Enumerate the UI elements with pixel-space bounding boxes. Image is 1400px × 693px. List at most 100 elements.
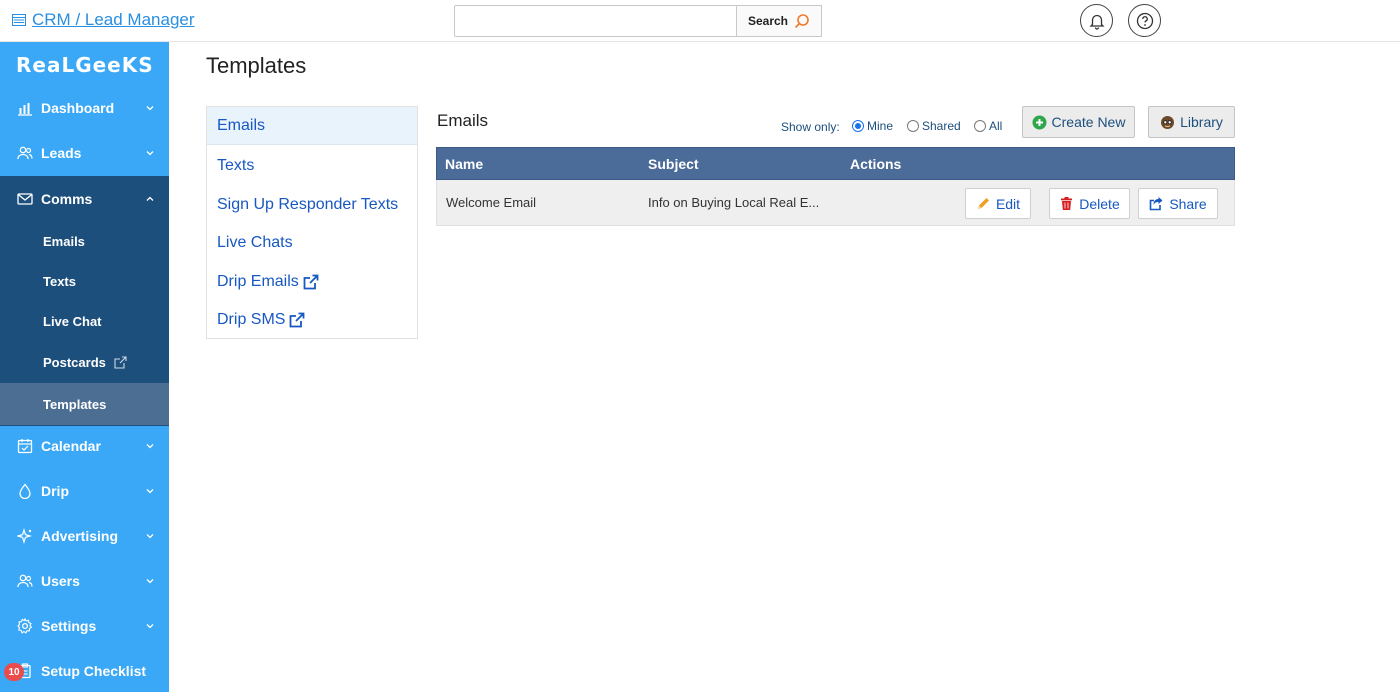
realgeeks-logo[interactable]: ReaLGeeKS	[16, 53, 153, 82]
search-icon	[794, 14, 809, 29]
filter-mine-radio[interactable]: Mine	[852, 119, 893, 133]
column-header-name[interactable]: Name	[445, 156, 483, 172]
column-header-actions: Actions	[850, 155, 902, 172]
search-input[interactable]	[454, 5, 736, 37]
radio-dot	[852, 120, 864, 132]
chevron-down-icon	[146, 578, 154, 583]
filter-label: Shared	[922, 119, 961, 133]
share-label: Share	[1169, 195, 1207, 212]
edit-label: Edit	[995, 195, 1021, 212]
search-button-label: Search	[747, 14, 789, 28]
filter-shared-radio[interactable]: Shared	[907, 119, 961, 133]
sidebar-subitem-texts[interactable]: Texts	[0, 261, 169, 301]
chevron-down-icon	[146, 488, 154, 493]
sidebar-item-leads[interactable]: Leads	[0, 130, 169, 175]
sidebar-subitem-postcards[interactable]: Postcards	[0, 342, 169, 382]
page-title: Templates	[206, 53, 307, 78]
menu-item-drip-sms[interactable]: Drip SMS	[207, 301, 417, 339]
chevron-down-icon	[146, 623, 154, 628]
menu-item-label: Sign Up Responder Texts	[217, 196, 399, 213]
library-button[interactable]: Library	[1148, 106, 1235, 138]
menu-item-emails[interactable]: Emails	[207, 107, 417, 145]
sidebar-item-label: Dashboard	[41, 99, 115, 116]
notifications-button[interactable]	[1080, 4, 1113, 37]
template-type-menu: Emails Texts Sign Up Responder Texts Liv…	[206, 106, 418, 339]
realgeeks-wordmark: ReaLGeeKS	[16, 53, 153, 77]
sidebar-item-label: Advertising	[41, 527, 119, 544]
sidebar-item-comms[interactable]: Comms	[0, 176, 169, 221]
sidebar-item-settings[interactable]: Settings	[0, 603, 169, 648]
external-link-icon	[290, 312, 305, 328]
menu-item-label: Live Chats	[217, 234, 293, 251]
chevron-down-icon	[146, 443, 154, 448]
app-title[interactable]: CRM / Lead Manager	[32, 10, 195, 30]
sidebar: ReaLGeeKS Dashboard Leads Comms Emails T…	[0, 42, 169, 692]
sidebar-subitem-label: Texts	[43, 273, 76, 289]
sidebar-item-dashboard[interactable]: Dashboard	[0, 85, 169, 130]
envelope-icon	[16, 190, 33, 207]
users-icon	[16, 144, 33, 161]
sidebar-item-advertising[interactable]: Advertising	[0, 513, 169, 558]
template-name: Welcome Email	[446, 195, 537, 210]
sidebar-subitem-live-chat[interactable]: Live Chat	[0, 301, 169, 341]
bell-icon	[1088, 14, 1105, 30]
create-new-button[interactable]: Create New	[1022, 106, 1135, 138]
app-title-link[interactable]: CRM / Lead Manager	[12, 10, 195, 30]
menu-item-sign-up-responder-texts[interactable]: Sign Up Responder Texts	[207, 186, 417, 224]
sidebar-subitem-templates[interactable]: Templates	[0, 383, 169, 425]
menu-item-texts[interactable]: Texts	[207, 147, 417, 185]
sidebar-subitem-label: Emails	[43, 233, 85, 249]
pencil-icon	[977, 198, 989, 209]
filter-label: Mine	[867, 119, 894, 133]
sidebar-item-label: Settings	[41, 617, 97, 634]
gear-icon	[16, 617, 33, 634]
checklist-count-badge: 10	[4, 663, 24, 681]
sidebar-item-label: Users	[41, 572, 80, 589]
menu-item-drip-emails[interactable]: Drip Emails	[207, 263, 417, 301]
help-button[interactable]	[1128, 4, 1161, 37]
sidebar-item-setup-checklist[interactable]: Setup Checklist	[0, 648, 169, 693]
svg-text:ReaLGeeKS: ReaLGeeKS	[16, 53, 152, 77]
menu-item-label: Drip Emails	[217, 273, 299, 290]
sidebar-subitem-label: Postcards	[43, 354, 106, 370]
create-new-label: Create New	[1051, 114, 1126, 130]
table-header: Name Subject Actions	[436, 147, 1235, 180]
sidebar-item-users[interactable]: Users	[0, 558, 169, 603]
share-icon	[1150, 197, 1163, 211]
menu-item-label: Emails	[217, 116, 266, 134]
sidebar-item-label: Calendar	[41, 437, 101, 454]
sidebar-subitem-label: Templates	[43, 396, 107, 412]
filter-label: All	[989, 119, 1003, 133]
calendar-icon	[16, 437, 33, 454]
sidebar-item-drip[interactable]: Drip	[0, 468, 169, 513]
chevron-down-icon	[146, 533, 154, 538]
chevron-down-icon	[146, 150, 154, 155]
column-header-subject[interactable]: Subject	[648, 156, 699, 172]
drop-icon	[16, 482, 33, 499]
sidebar-item-label: Setup Checklist	[41, 662, 147, 679]
window-icon	[12, 14, 26, 26]
menu-item-label: Texts	[217, 157, 255, 174]
radio-dot	[907, 120, 919, 132]
sidebar-subitem-emails[interactable]: Emails	[0, 221, 169, 261]
table-row: Welcome Email Info on Buying Local Real …	[436, 180, 1235, 226]
templates-table: Name Subject Actions Welcome Email Info …	[436, 147, 1235, 226]
edit-button[interactable]: Edit	[965, 188, 1031, 219]
top-bar: CRM / Lead Manager Search	[0, 0, 1400, 42]
chevron-up-icon	[146, 196, 154, 201]
search-button[interactable]: Search	[736, 5, 822, 37]
help-icon	[1136, 12, 1153, 29]
plus-circle-icon	[1032, 115, 1047, 129]
filter-all-radio[interactable]: All	[974, 119, 1002, 133]
sidebar-subitem-label: Live Chat	[43, 313, 102, 329]
show-only-label: Show only:	[781, 120, 840, 134]
delete-button[interactable]: Delete	[1049, 188, 1130, 219]
chevron-down-icon	[146, 105, 154, 110]
sidebar-item-label: Comms	[41, 190, 93, 207]
external-link-icon	[114, 355, 127, 369]
users-icon	[16, 572, 33, 589]
sidebar-item-calendar[interactable]: Calendar	[0, 423, 169, 468]
menu-item-live-chats[interactable]: Live Chats	[207, 224, 417, 262]
sparkle-icon	[16, 527, 33, 544]
share-button[interactable]: Share	[1138, 188, 1218, 219]
